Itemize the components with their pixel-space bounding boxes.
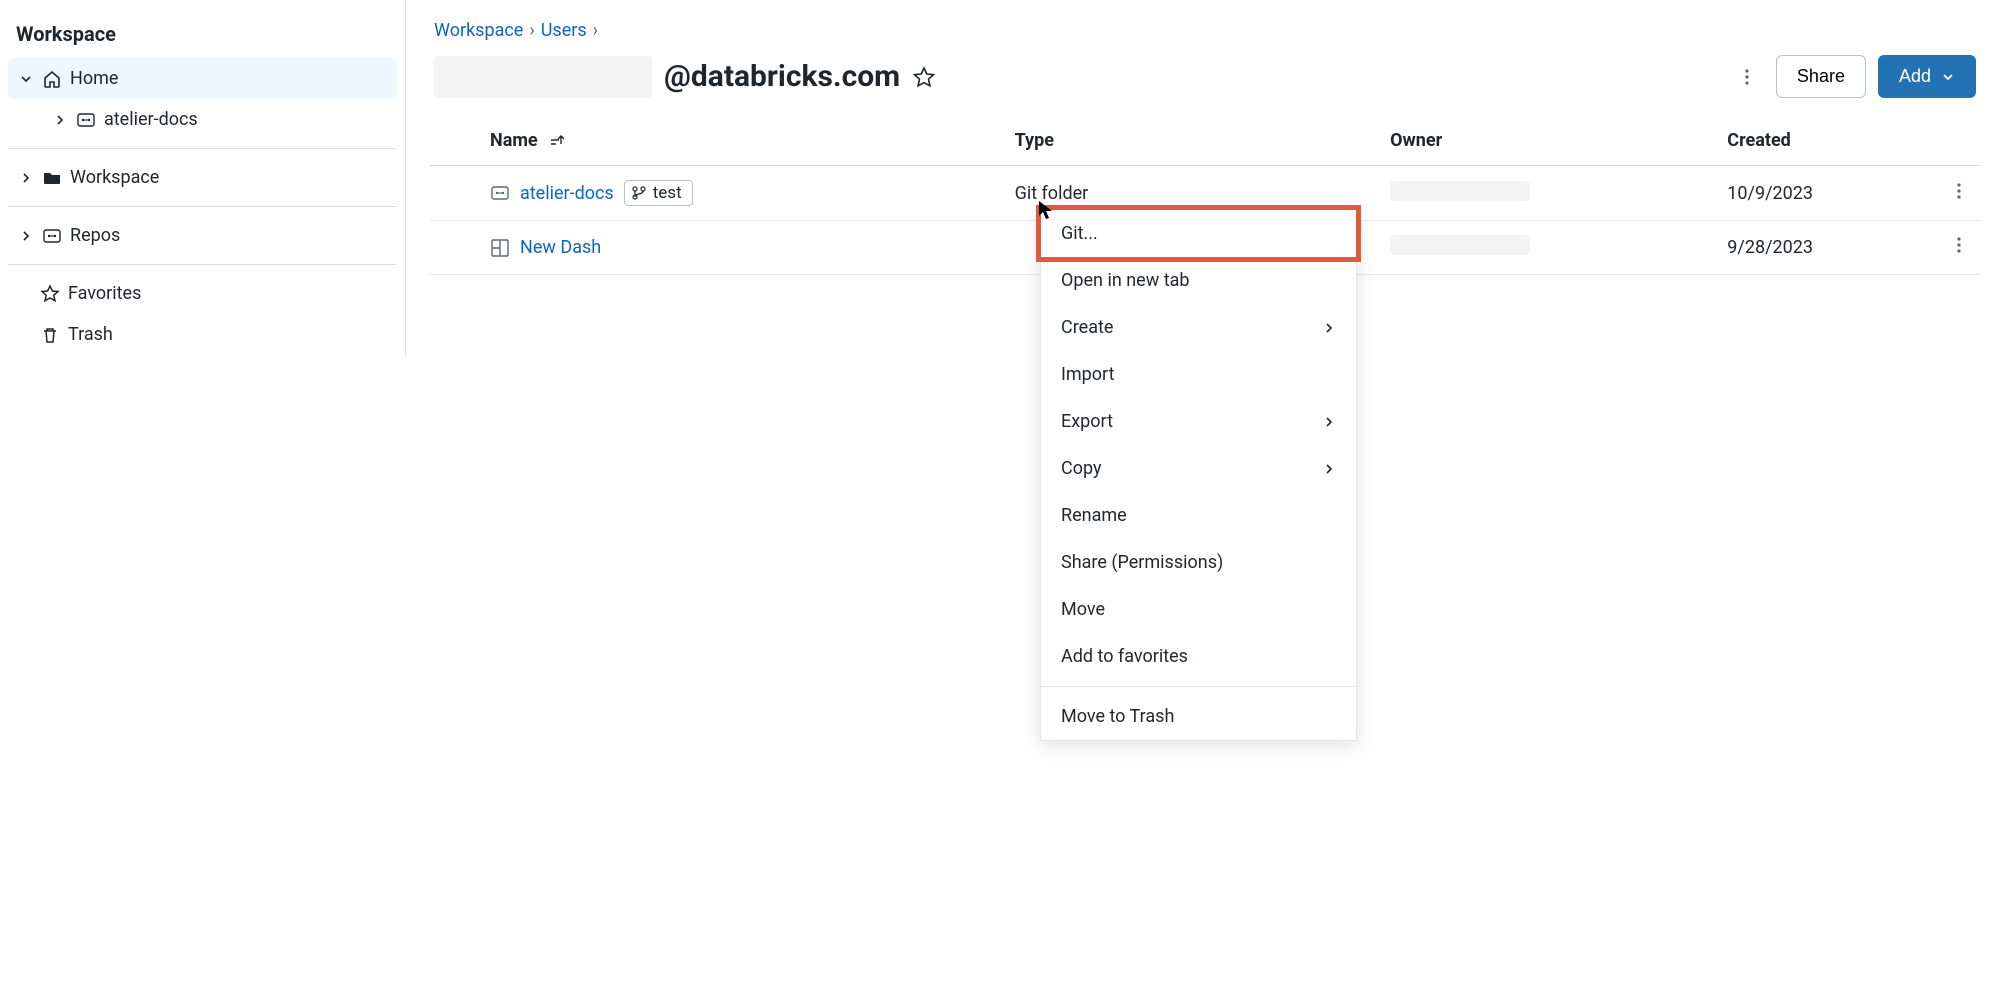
- context-menu-rename[interactable]: Rename: [1041, 492, 1356, 539]
- breadcrumb-workspace[interactable]: Workspace: [434, 20, 523, 41]
- breadcrumb: Workspace › Users ›: [430, 0, 1980, 49]
- sidebar-item-label: Favorites: [68, 283, 141, 304]
- sidebar-item-workspace[interactable]: Workspace: [8, 157, 397, 198]
- breadcrumb-separator: ›: [529, 20, 534, 41]
- redacted-username: [434, 56, 652, 98]
- add-button[interactable]: Add: [1878, 55, 1976, 98]
- page-title: @databricks.com: [664, 59, 900, 94]
- sort-asc-icon: [548, 132, 566, 150]
- context-menu-git[interactable]: Git...: [1041, 210, 1356, 257]
- git-folder-icon: [76, 110, 96, 130]
- context-menu: Git... Open in new tab Create Import Exp…: [1040, 209, 1357, 741]
- chevron-right-icon: [1322, 415, 1336, 429]
- column-header-name[interactable]: Name: [430, 116, 1005, 166]
- folder-icon: [42, 168, 62, 188]
- chevron-right-icon: [1322, 462, 1336, 476]
- column-header-created[interactable]: Created: [1717, 116, 1940, 166]
- context-menu-export[interactable]: Export: [1041, 398, 1356, 445]
- sidebar-title: Workspace: [0, 0, 405, 58]
- divider: [8, 264, 397, 265]
- sidebar-item-repos[interactable]: Repos: [8, 215, 397, 256]
- branch-chip[interactable]: test: [624, 180, 693, 206]
- row-created: 9/28/2023: [1717, 221, 1940, 275]
- sidebar-item-label: Workspace: [70, 167, 159, 188]
- git-folder-icon: [490, 183, 510, 203]
- sidebar-item-label: Home: [70, 68, 118, 89]
- divider: [8, 148, 397, 149]
- sidebar-item-trash[interactable]: Trash: [8, 314, 397, 355]
- add-button-label: Add: [1899, 66, 1931, 87]
- trash-icon: [40, 325, 60, 345]
- context-menu-move-trash[interactable]: Move to Trash: [1041, 693, 1356, 740]
- cursor-icon: [1038, 200, 1054, 220]
- chevron-down-icon: [18, 71, 34, 87]
- sidebar-item-label: Repos: [70, 225, 120, 246]
- chevron-down-icon: [1941, 70, 1955, 84]
- breadcrumb-separator: ›: [593, 20, 598, 41]
- sidebar-item-home[interactable]: Home: [8, 58, 397, 99]
- column-header-owner[interactable]: Owner: [1380, 116, 1717, 166]
- kebab-icon[interactable]: [1730, 60, 1764, 94]
- divider: [8, 206, 397, 207]
- context-menu-move[interactable]: Move: [1041, 586, 1356, 633]
- chevron-right-icon: [18, 170, 34, 186]
- row-name[interactable]: atelier-docs: [520, 183, 614, 204]
- sidebar-item-label: atelier-docs: [104, 109, 198, 130]
- chevron-right-icon: [1322, 321, 1336, 335]
- context-menu-add-favorites[interactable]: Add to favorites: [1041, 633, 1356, 680]
- star-outline-icon[interactable]: [912, 65, 936, 89]
- column-header-type[interactable]: Type: [1005, 116, 1381, 166]
- sidebar-item-favorites[interactable]: Favorites: [8, 273, 397, 314]
- sidebar-item-atelier-docs[interactable]: atelier-docs: [8, 99, 397, 140]
- row-created: 10/9/2023: [1717, 166, 1940, 221]
- branch-icon: [631, 185, 647, 201]
- sidebar-item-label: Trash: [68, 324, 113, 345]
- context-menu-create[interactable]: Create: [1041, 304, 1356, 351]
- breadcrumb-users[interactable]: Users: [541, 20, 587, 41]
- home-icon: [42, 69, 62, 89]
- kebab-icon[interactable]: [1950, 236, 1968, 254]
- branch-name: test: [653, 183, 682, 203]
- kebab-icon[interactable]: [1950, 182, 1968, 200]
- git-folder-icon: [42, 226, 62, 246]
- divider: [1041, 686, 1356, 687]
- context-menu-copy[interactable]: Copy: [1041, 445, 1356, 492]
- share-button[interactable]: Share: [1776, 55, 1866, 98]
- row-name[interactable]: New Dash: [520, 237, 601, 258]
- chevron-right-icon: [52, 112, 68, 128]
- star-icon: [40, 284, 60, 304]
- redacted-owner: [1390, 181, 1530, 201]
- context-menu-open-tab[interactable]: Open in new tab: [1041, 257, 1356, 304]
- context-menu-import[interactable]: Import: [1041, 351, 1356, 398]
- chevron-right-icon: [18, 228, 34, 244]
- context-menu-share-permissions[interactable]: Share (Permissions): [1041, 539, 1356, 586]
- redacted-owner: [1390, 235, 1530, 255]
- dashboard-icon: [490, 238, 510, 258]
